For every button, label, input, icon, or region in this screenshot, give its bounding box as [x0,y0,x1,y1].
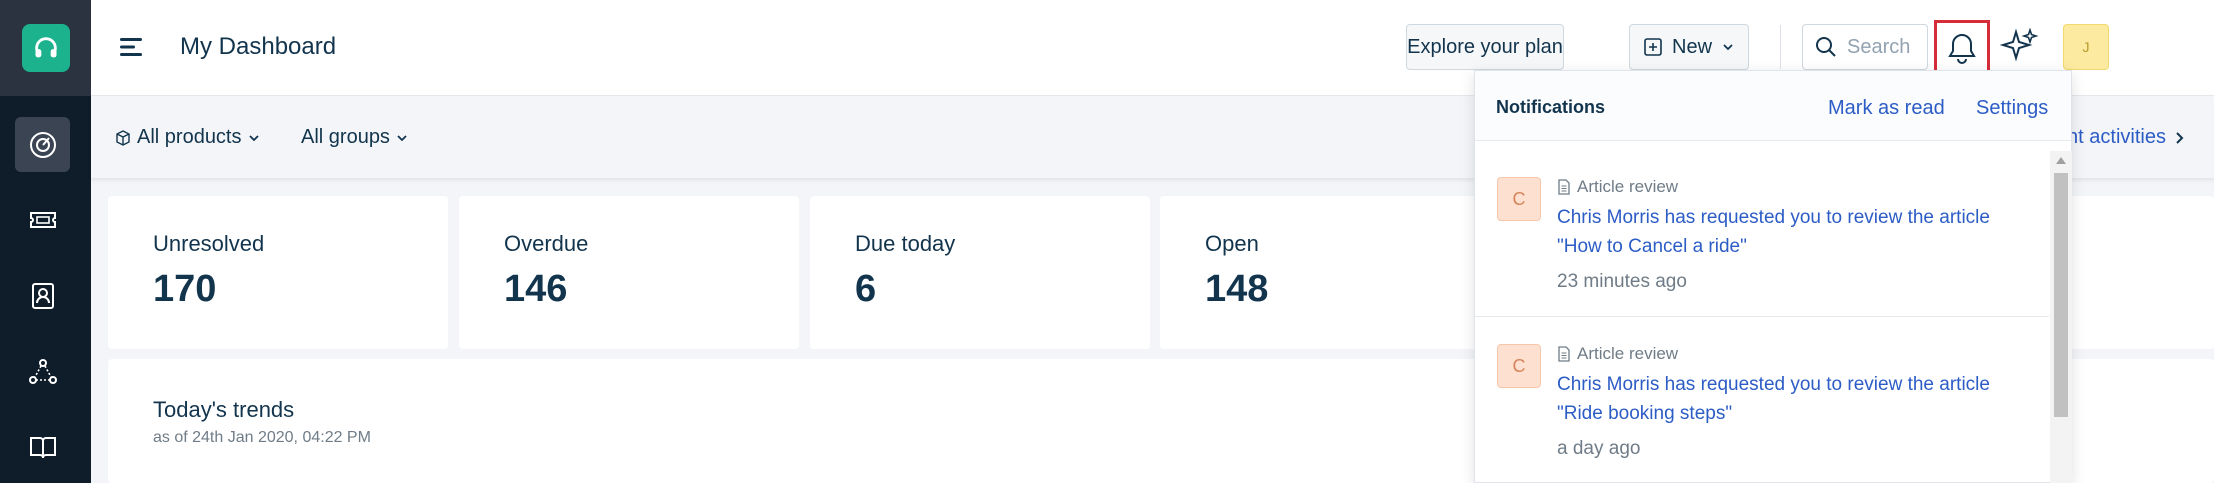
card-label: Open [1205,231,1259,256]
new-button-label: New [1672,35,1713,58]
notification-message[interactable]: Chris Morris has requested you to review… [1557,370,2037,428]
search-placeholder: Search [1847,35,1911,58]
sidebar-item-social[interactable] [15,344,70,399]
sidebar [0,0,91,483]
notification-time: a day ago [1557,438,1641,459]
card-value: 146 [504,268,568,310]
network-icon [28,358,57,384]
sidebar-item-contacts[interactable] [15,268,70,323]
search-input[interactable]: Search [1802,24,1928,70]
notification-type: Article review [1557,344,1678,364]
search-icon [1816,37,1836,57]
notifications-header: Notifications Mark as read Settings [1475,71,2071,141]
notifications-scrollbar[interactable] [2050,151,2072,483]
chevron-right-icon [2176,131,2184,144]
chevron-down-icon [397,134,407,141]
card-value: 148 [1205,268,1269,310]
notifications-button[interactable] [1934,20,1990,76]
document-icon [1558,346,1570,362]
cube-icon [116,129,130,146]
sidebar-item-solutions[interactable] [15,420,70,475]
new-button[interactable]: New [1629,24,1749,70]
headset-icon [34,37,57,58]
notification-type-label: Article review [1577,177,1679,196]
products-filter-label: All products [137,126,242,148]
trends-timestamp: as of 24th Jan 2020, 04:22 PM [153,429,371,446]
chevron-down-icon [1723,44,1733,51]
card-label: Unresolved [153,231,265,256]
menu-icon[interactable] [118,34,144,60]
chevron-down-icon [248,134,259,141]
document-icon [1558,179,1570,195]
notification-avatar: C [1497,177,1541,221]
app-logo[interactable] [21,24,70,72]
sidebar-item-tickets[interactable] [15,192,70,247]
card-value: 170 [153,268,217,310]
stat-card-due-today[interactable]: Due today 6 [810,196,1150,349]
notifications-title: Notifications [1496,97,1606,117]
stat-card-unresolved[interactable]: Unresolved 170 [108,196,448,349]
explore-plan-button[interactable]: Explore your plan [1406,24,1564,70]
gauge-icon [29,131,56,158]
user-avatar[interactable]: J [2063,24,2109,70]
groups-filter[interactable]: All groups [301,126,408,149]
notification-type: Article review [1557,177,1678,197]
notification-type-label: Article review [1577,344,1679,363]
notification-item[interactable]: C Article review Chris Morris has reques… [1475,318,2049,483]
trends-title: Today's trends [153,397,295,422]
plus-square-icon [1644,38,1662,56]
recent-activities-link[interactable]: ent activities [2056,126,2186,149]
scroll-up-arrow[interactable] [2056,157,2066,164]
recent-activities-label: ent activities [2055,126,2166,148]
notification-avatar: C [1497,344,1541,388]
card-label: Due today [855,231,956,256]
header-divider [1780,25,1781,69]
ai-sparkle-icon[interactable] [2000,26,2040,66]
ticket-icon [29,211,56,228]
page-title: My Dashboard [180,33,337,60]
notification-message[interactable]: Chris Morris has requested you to review… [1557,203,2037,261]
logo-area [0,0,91,96]
products-filter[interactable]: All products [115,126,260,149]
mark-as-read-link[interactable]: Mark as read [1828,97,1945,120]
contact-icon [31,282,54,309]
sidebar-item-dashboard[interactable] [15,117,70,172]
notifications-panel: Notifications Mark as read Settings C Ar… [1474,70,2072,483]
notification-time: 23 minutes ago [1557,271,1687,292]
book-icon [29,436,56,458]
bell-icon [1948,33,1976,64]
groups-filter-label: All groups [301,126,390,148]
card-label: Overdue [504,231,589,256]
scroll-thumb[interactable] [2054,173,2068,417]
card-value: 6 [855,268,877,310]
notification-item[interactable]: C Article review Chris Morris has reques… [1475,151,2049,317]
stat-card-overdue[interactable]: Overdue 146 [459,196,799,349]
notification-settings-link[interactable]: Settings [1976,97,2048,120]
